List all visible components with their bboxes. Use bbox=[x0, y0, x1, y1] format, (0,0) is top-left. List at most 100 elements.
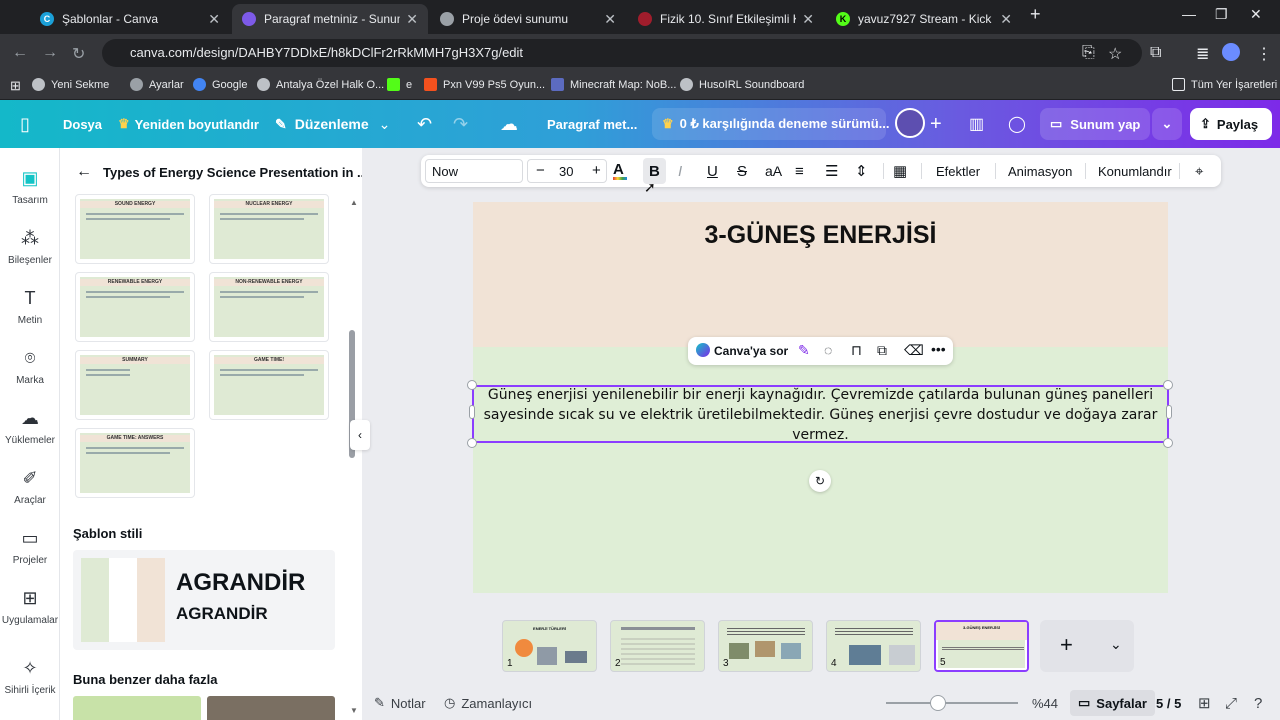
close-tab-icon[interactable]: ✕ bbox=[1000, 11, 1012, 28]
zoom-slider-thumb[interactable] bbox=[930, 695, 946, 711]
browser-tab-active[interactable]: Paragraf metniniz - Sunum ✕ bbox=[232, 4, 428, 34]
bookmark-item[interactable]: Pxn V99 Ps5 Oyun... bbox=[424, 78, 545, 91]
duplicate-icon[interactable]: ⧉ bbox=[877, 342, 887, 359]
rotate-icon[interactable]: ↻ bbox=[809, 470, 831, 492]
page-thumb[interactable]: 4 bbox=[826, 620, 921, 672]
redo-icon[interactable]: ↷ bbox=[453, 100, 468, 148]
rail-item-projects[interactable]: ▭ Projeler bbox=[0, 528, 60, 566]
sidebar-toggle-icon[interactable]: ▯ bbox=[20, 100, 30, 148]
font-size-stepper[interactable]: − 30 + bbox=[527, 159, 607, 183]
transparency-icon[interactable]: ▦ bbox=[893, 155, 907, 187]
page-thumb[interactable]: ENERJİ TÜRLERİ 1 bbox=[502, 620, 597, 672]
comment-icon[interactable]: ◯ bbox=[1008, 100, 1026, 148]
bookmark-item[interactable]: HusoIRL Soundboard bbox=[680, 78, 804, 91]
fullscreen-icon[interactable]: ⤢ bbox=[1225, 686, 1237, 720]
timer-button[interactable]: ◷ Zamanlayıcı bbox=[444, 686, 532, 720]
spacing-icon[interactable]: ⇕ bbox=[855, 155, 868, 187]
close-tab-icon[interactable]: ✕ bbox=[406, 11, 418, 28]
page-thumb[interactable]: 2 bbox=[610, 620, 705, 672]
scroll-down-icon[interactable]: ▼ bbox=[350, 706, 358, 715]
strikethrough-icon[interactable]: S bbox=[737, 155, 747, 187]
effects-button[interactable]: Efektler bbox=[936, 155, 980, 187]
forward-icon[interactable]: → bbox=[42, 44, 58, 62]
edit-mode-dropdown[interactable]: ✎ Düzenleme ⌄ bbox=[275, 100, 390, 148]
pages-button[interactable]: ▭ Sayfalar bbox=[1070, 690, 1155, 716]
rail-item-magic[interactable]: ✧ Sihirli İçerik bbox=[0, 658, 60, 696]
underline-icon[interactable]: U bbox=[707, 155, 718, 187]
template-thumb[interactable]: NUCLEAR ENERGY bbox=[209, 194, 329, 264]
browser-tab[interactable]: C Şablonlar - Canva ✕ bbox=[30, 4, 230, 34]
increase-size-icon[interactable]: + bbox=[592, 162, 601, 179]
ask-canva-button[interactable]: Canva'ya sor bbox=[714, 344, 788, 358]
template-thumb[interactable]: NON-RENEWABLE ENERGY bbox=[209, 272, 329, 342]
template-style-card[interactable]: AGRANDİR AGRANDİR bbox=[73, 550, 335, 650]
extensions-icon[interactable]: ⧉ bbox=[1150, 44, 1161, 62]
resize-handle[interactable] bbox=[467, 438, 477, 448]
page-thumb[interactable]: 3 bbox=[718, 620, 813, 672]
more-template-thumb[interactable] bbox=[207, 696, 335, 720]
browser-tab[interactable]: Proje ödevi sunumu ✕ bbox=[430, 4, 626, 34]
user-avatar[interactable] bbox=[895, 108, 925, 138]
side-handle[interactable] bbox=[469, 405, 475, 419]
back-icon[interactable]: ← bbox=[12, 44, 28, 62]
resize-handle[interactable] bbox=[1163, 438, 1173, 448]
bookmark-item[interactable]: Ayarlar bbox=[130, 78, 184, 91]
maximize-icon[interactable]: ❐ bbox=[1215, 6, 1228, 23]
page-options-chevron-icon[interactable]: ⌄ bbox=[1110, 636, 1122, 653]
bookmark-item[interactable]: e bbox=[387, 78, 412, 91]
comment-add-icon[interactable]: ◌ bbox=[824, 342, 832, 358]
all-bookmarks[interactable]: Tüm Yer İşaretleri bbox=[1172, 78, 1277, 91]
browser-tab[interactable]: Fizik 10. Sınıf Etkileşimli Kitaplar ✕ bbox=[628, 4, 824, 34]
grid-view-icon[interactable]: ⊞ bbox=[1198, 686, 1211, 720]
text-color-icon[interactable]: A bbox=[613, 155, 624, 187]
decrease-size-icon[interactable]: − bbox=[536, 162, 545, 179]
present-options-chevron-icon[interactable]: ⌄ bbox=[1152, 108, 1182, 140]
template-thumb[interactable]: RENEWABLE ENERGY bbox=[75, 272, 195, 342]
font-size-value[interactable]: 30 bbox=[559, 164, 573, 179]
scroll-up-icon[interactable]: ▲ bbox=[350, 198, 358, 207]
rail-item-text[interactable]: T Metin bbox=[0, 288, 60, 326]
font-family-select[interactable]: Now bbox=[425, 159, 523, 183]
add-collaborator-icon[interactable]: + bbox=[930, 100, 942, 148]
reload-icon[interactable]: ↻ bbox=[72, 44, 85, 64]
notes-button[interactable]: ✎ Notlar bbox=[374, 686, 426, 720]
close-tab-icon[interactable]: ✕ bbox=[802, 11, 814, 28]
cloud-save-icon[interactable]: ☁ bbox=[500, 100, 518, 148]
close-tab-icon[interactable]: ✕ bbox=[208, 11, 220, 28]
rail-item-uploads[interactable]: ☁ Yüklemeler bbox=[0, 408, 60, 446]
design-title[interactable]: Paragraf met... bbox=[547, 100, 637, 148]
bookmark-item[interactable]: Minecraft Map: NoB... bbox=[551, 78, 676, 91]
list-icon[interactable]: ☰ bbox=[825, 155, 838, 187]
rail-item-tools[interactable]: ✐ Araçlar bbox=[0, 468, 60, 506]
bookmark-star-icon[interactable]: ☆ bbox=[1108, 44, 1122, 64]
analytics-icon[interactable]: ▥ bbox=[969, 100, 984, 148]
profile-avatar[interactable] bbox=[1222, 43, 1240, 61]
bookmark-item[interactable]: Google bbox=[193, 78, 247, 91]
rail-item-brand[interactable]: ⌾ Marka bbox=[0, 348, 60, 386]
rail-item-elements[interactable]: ⁂ Bileşenler bbox=[0, 228, 60, 266]
trash-icon[interactable]: ⌫ bbox=[904, 342, 924, 359]
rail-item-apps[interactable]: ⊞ Uygulamalar bbox=[0, 588, 60, 626]
close-tab-icon[interactable]: ✕ bbox=[604, 11, 616, 28]
resize-handle[interactable] bbox=[467, 380, 477, 390]
position-button[interactable]: Konumlandır bbox=[1098, 155, 1172, 187]
template-thumb[interactable]: GAME TIME! bbox=[209, 350, 329, 420]
page-thumb-active[interactable]: 3-GÜNEŞ ENERJİSİ 5 bbox=[934, 620, 1029, 672]
template-thumb[interactable]: GAME TIME: ANSWERS bbox=[75, 428, 195, 498]
side-handle[interactable] bbox=[1166, 405, 1172, 419]
template-thumb[interactable]: SOUND ENERGY bbox=[75, 194, 195, 264]
align-center-icon[interactable]: ≡ bbox=[795, 155, 804, 187]
file-menu[interactable]: Dosya bbox=[63, 100, 102, 148]
share-button[interactable]: ⇪ Paylaş bbox=[1190, 108, 1272, 140]
present-button[interactable]: ▭ Sunum yap bbox=[1040, 108, 1150, 140]
close-window-icon[interactable]: ✕ bbox=[1250, 6, 1262, 23]
magic-edit-icon[interactable]: ✎ bbox=[798, 342, 810, 359]
bookmark-item[interactable]: Antalya Özel Halk O... bbox=[257, 78, 384, 91]
lock-icon[interactable]: ⊓ bbox=[851, 342, 862, 359]
bookmark-item[interactable]: Yeni Sekme bbox=[32, 78, 109, 91]
trial-button[interactable]: ♛ 0 ₺ karşılığında deneme sürümü... bbox=[652, 108, 890, 140]
media-control-icon[interactable]: ≣ bbox=[1196, 44, 1209, 64]
help-icon[interactable]: ? bbox=[1254, 686, 1262, 720]
more-template-thumb[interactable] bbox=[73, 696, 201, 720]
resize-handle[interactable] bbox=[1163, 380, 1173, 390]
